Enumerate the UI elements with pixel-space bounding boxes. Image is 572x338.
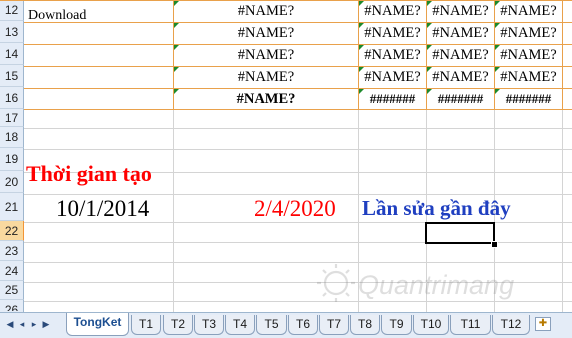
row-header-16[interactable]: 16 xyxy=(0,87,24,109)
grid-hline xyxy=(24,149,572,150)
error-indicator-icon xyxy=(427,45,432,50)
row-header-14[interactable]: 14 xyxy=(0,43,24,65)
cell-value[interactable]: #NAME? xyxy=(495,23,562,43)
cell-value[interactable]: #NAME? xyxy=(174,67,358,87)
sheet-tab-t1[interactable]: T1 xyxy=(131,315,161,335)
sheet-tab-t10[interactable]: T10 xyxy=(413,315,449,335)
fill-handle[interactable] xyxy=(491,241,498,248)
row-header-20[interactable]: 20 xyxy=(0,171,24,193)
grid-vline xyxy=(173,110,174,312)
cell-value[interactable]: #NAME? xyxy=(359,1,426,21)
row-header-13[interactable]: 13 xyxy=(0,21,24,43)
cell-value[interactable]: #NAME? xyxy=(174,23,358,43)
error-indicator-icon xyxy=(495,1,500,6)
error-indicator-icon xyxy=(427,89,432,94)
error-indicator-icon xyxy=(359,1,364,6)
created-date: 10/1/2014 xyxy=(56,196,150,221)
error-indicator-icon xyxy=(174,89,179,94)
cell-value[interactable]: #NAME? xyxy=(495,1,562,21)
sheet-tab-t5[interactable]: T5 xyxy=(256,315,287,335)
cell-value[interactable]: #NAME? xyxy=(359,67,426,87)
cell-download[interactable]: Download xyxy=(28,6,86,26)
first-sheet-icon[interactable]: ◀ xyxy=(5,318,15,330)
prev-sheet-icon[interactable]: ◂ xyxy=(17,318,27,330)
sheet-tab-t9[interactable]: T9 xyxy=(381,315,412,335)
sheet-tab-t7[interactable]: T7 xyxy=(319,315,349,335)
row-header-12[interactable]: 12 xyxy=(0,0,24,21)
cell-value[interactable]: #NAME? xyxy=(495,67,562,87)
sheet-tab-t11[interactable]: T11 xyxy=(450,315,491,335)
error-indicator-icon xyxy=(174,23,179,28)
cell-value[interactable]: #NAME? xyxy=(359,45,426,65)
grid-vline xyxy=(562,110,563,312)
row-header-19[interactable]: 19 xyxy=(0,148,24,171)
cell-value[interactable]: #NAME? xyxy=(427,23,494,43)
row-header-21[interactable]: 21 xyxy=(0,193,24,221)
error-indicator-icon xyxy=(427,23,432,28)
cell-value[interactable]: #NAME? xyxy=(427,1,494,21)
next-sheet-icon[interactable]: ▸ xyxy=(29,318,39,330)
error-indicator-icon xyxy=(427,1,432,6)
error-indicator-icon xyxy=(359,45,364,50)
error-indicator-icon xyxy=(495,45,500,50)
error-indicator-icon xyxy=(495,89,500,94)
cell-value[interactable]: #NAME? xyxy=(174,1,358,21)
cell-value[interactable]: ####### xyxy=(427,89,494,109)
grid-hline xyxy=(24,109,572,110)
error-indicator-icon xyxy=(174,1,179,6)
cell-value[interactable]: #NAME? xyxy=(427,45,494,65)
sheet-tab-t3[interactable]: T3 xyxy=(194,315,224,335)
sheet-tab-t2[interactable]: T2 xyxy=(163,315,193,335)
row-header-17[interactable]: 17 xyxy=(0,109,24,127)
cell-value[interactable]: #NAME? xyxy=(359,23,426,43)
row-header-25[interactable]: 25 xyxy=(0,281,24,300)
modified-date: 2/4/2020 xyxy=(254,196,336,221)
sheet-tab-tongket[interactable]: TongKet xyxy=(66,313,129,336)
row-header-15[interactable]: 15 xyxy=(0,65,24,87)
sheet-tab-t6[interactable]: T6 xyxy=(288,315,318,335)
sheet-tab-t8[interactable]: T8 xyxy=(350,315,380,335)
grid-hline xyxy=(24,128,572,129)
insert-sheet-icon[interactable]: ✚ xyxy=(535,317,551,331)
last-sheet-icon[interactable]: ▶ xyxy=(41,318,51,330)
cell-value[interactable]: #NAME? xyxy=(495,45,562,65)
svg-text:Quantrimang: Quantrimang xyxy=(358,270,514,300)
cell-value[interactable]: #NAME? xyxy=(427,67,494,87)
error-indicator-icon xyxy=(359,23,364,28)
sheet-tab-t4[interactable]: T4 xyxy=(225,315,255,335)
error-indicator-icon xyxy=(359,67,364,72)
error-indicator-icon xyxy=(427,67,432,72)
row-header-23[interactable]: 23 xyxy=(0,241,24,261)
row-header-24[interactable]: 24 xyxy=(0,261,24,281)
sheet-tab-bar: ◀ ◂ ▸ ▶ TongKet T1 T2 T3 T4 T5 T6 T7 T8 T9 T10 T11 T… xyxy=(0,312,572,338)
modified-label: Lần sửa gần đây xyxy=(362,196,511,220)
cell-value[interactable]: #NAME? xyxy=(174,89,358,109)
cell-value[interactable]: #NAME? xyxy=(174,45,358,65)
worksheet-grid[interactable]: 12131415161718192021222324252627 #NAME?#… xyxy=(0,0,572,312)
grid-vline xyxy=(562,0,563,110)
row-header-22[interactable]: 22 xyxy=(0,221,24,241)
created-label: Thời gian tạo xyxy=(26,161,152,186)
error-indicator-icon xyxy=(174,67,179,72)
error-indicator-icon xyxy=(495,67,500,72)
error-indicator-icon xyxy=(495,23,500,28)
cell-value[interactable]: ####### xyxy=(495,89,562,109)
error-indicator-icon xyxy=(174,45,179,50)
sheet-tab-t12[interactable]: T12 xyxy=(492,315,530,335)
cell-value[interactable]: ####### xyxy=(359,89,426,109)
selected-cell[interactable] xyxy=(425,222,495,244)
watermark-logo: Quantrimang xyxy=(317,264,514,302)
error-indicator-icon xyxy=(359,89,364,94)
row-header-18[interactable]: 18 xyxy=(0,127,24,148)
